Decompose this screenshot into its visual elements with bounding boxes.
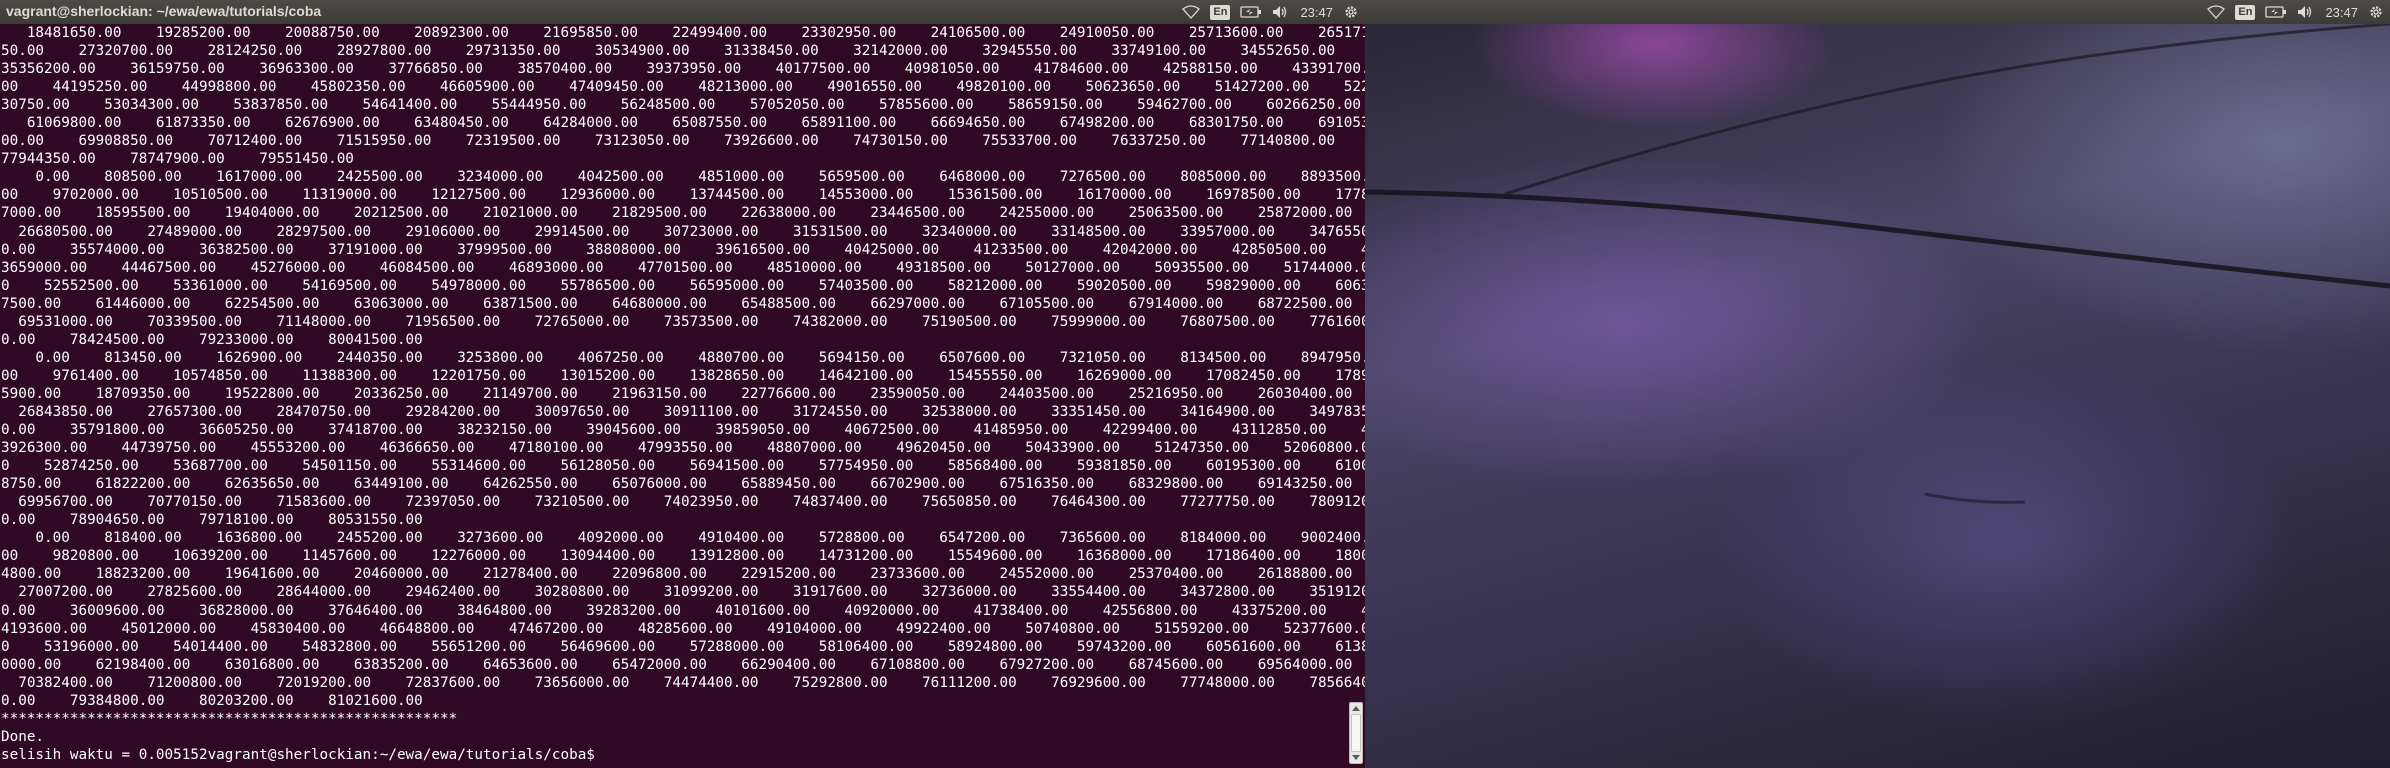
indicator-area: En 23:47 bbox=[1182, 0, 1359, 24]
indicator-area: En 23:47 bbox=[2207, 0, 2384, 24]
terminal-window[interactable]: 18481650.00 19285200.00 20088750.00 2089… bbox=[0, 24, 1365, 768]
scrollbar-thumb[interactable] bbox=[1351, 714, 1361, 752]
terminal-output[interactable]: 18481650.00 19285200.00 20088750.00 2089… bbox=[1, 24, 1365, 764]
keyboard-layout-label: En bbox=[1210, 4, 1231, 20]
keyboard-layout-indicator[interactable]: En bbox=[1210, 0, 1231, 24]
wifi-icon[interactable] bbox=[2207, 0, 2226, 24]
battery-icon[interactable] bbox=[1240, 0, 1262, 24]
window-title: vagrant@sherlockian: ~/ewa/ewa/tutorials… bbox=[6, 3, 322, 19]
scroll-down-arrow-icon[interactable] bbox=[1352, 755, 1360, 760]
terminal-scrollbar[interactable] bbox=[1349, 702, 1363, 764]
desktop-wallpaper bbox=[1365, 24, 2390, 768]
clock[interactable]: 23:47 bbox=[1300, 0, 1333, 24]
gear-icon[interactable] bbox=[2368, 0, 2384, 24]
volume-icon[interactable] bbox=[2297, 0, 2315, 24]
battery-icon[interactable] bbox=[2265, 0, 2287, 24]
pavement-cracks bbox=[1365, 24, 2390, 504]
gear-icon[interactable] bbox=[1343, 0, 1359, 24]
scroll-up-arrow-icon[interactable] bbox=[1352, 706, 1360, 711]
top-panel-left: vagrant@sherlockian: ~/ewa/ewa/tutorials… bbox=[0, 0, 1365, 24]
clock[interactable]: 23:47 bbox=[2325, 0, 2358, 24]
volume-icon[interactable] bbox=[1272, 0, 1290, 24]
keyboard-layout-label: En bbox=[2235, 4, 2256, 20]
wifi-icon[interactable] bbox=[1182, 0, 1201, 24]
keyboard-layout-indicator[interactable]: En bbox=[2235, 0, 2256, 24]
top-panel-right: En 23:47 bbox=[1365, 0, 2390, 24]
